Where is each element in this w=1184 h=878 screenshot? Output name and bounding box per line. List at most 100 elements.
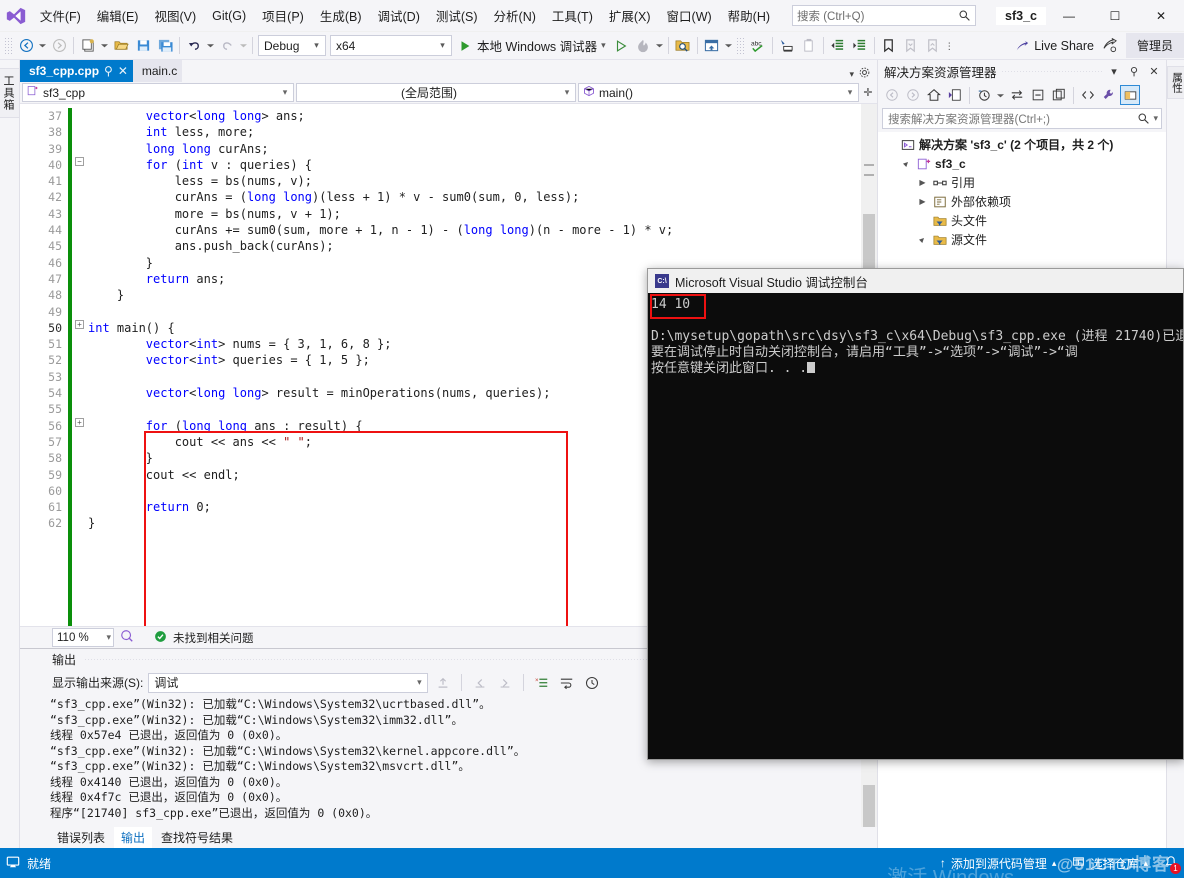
editor-zoom-select[interactable]: 110 % ▾ xyxy=(52,628,114,647)
panel-pin-icon[interactable]: ⚲ xyxy=(1126,65,1142,78)
tree-node[interactable]: 头文件 xyxy=(878,211,1166,230)
tab-list-dropdown-icon[interactable]: ▾ xyxy=(849,69,854,80)
solution-explorer-search-input[interactable]: 搜索解决方案资源管理器(Ctrl+;) ▾ xyxy=(882,108,1162,129)
toolbox-tab[interactable]: 工具箱 xyxy=(0,68,20,118)
find-in-files-icon[interactable] xyxy=(672,35,694,57)
navigate-backward-icon[interactable] xyxy=(15,35,37,57)
tree-node[interactable]: 解决方案 'sf3_c' (2 个项目，共 2 个) xyxy=(878,135,1166,154)
save-icon[interactable] xyxy=(132,35,154,57)
solution-configuration-select[interactable]: Debug ▾ xyxy=(258,35,326,56)
new-project-icon[interactable] xyxy=(77,35,99,57)
debug-console-window[interactable]: C:\ Microsoft Visual Studio 调试控制台 14 10 … xyxy=(647,268,1184,760)
navbar-member-select[interactable]: main() ▾ xyxy=(578,83,859,102)
fold-toggle-inner-for[interactable]: + xyxy=(75,418,84,427)
comment-selection-icon[interactable] xyxy=(776,35,798,57)
expand-twisty-icon[interactable]: ▶ xyxy=(916,178,929,187)
open-file-icon[interactable] xyxy=(110,35,132,57)
navbar-project-select[interactable]: sf3_cpp ▾ xyxy=(22,83,294,102)
output-source-select[interactable]: 调试 ▾ xyxy=(148,672,429,693)
window-layout-dropdown[interactable] xyxy=(723,35,734,57)
notifications-button[interactable]: 1 xyxy=(1164,855,1181,874)
menu-help[interactable]: 帮助(H) xyxy=(720,3,778,28)
menu-git[interactable]: Git(G) xyxy=(204,6,254,26)
editor-tab-main-c[interactable]: main.c xyxy=(132,60,183,82)
se-search-dropdown-icon[interactable]: ▾ xyxy=(1153,113,1158,124)
panel-menu-chevron-icon[interactable]: ▾ xyxy=(1106,65,1122,78)
start-without-debugging-icon[interactable] xyxy=(610,35,632,57)
tree-node[interactable]: ▶ 引用 xyxy=(878,173,1166,192)
menu-project[interactable]: 项目(P) xyxy=(254,3,312,28)
live-share-button[interactable]: Live Share xyxy=(1009,39,1100,53)
editor-tab-sf3-cpp[interactable]: sf3_cpp.cpp ⚲ ✕ xyxy=(20,60,133,82)
panel-close-icon[interactable]: ✕ xyxy=(1146,65,1162,78)
undo-dropdown[interactable] xyxy=(205,35,216,57)
select-repository-button[interactable]: 选择仓库 ▴ xyxy=(1072,855,1148,872)
menu-build[interactable]: 生成(B) xyxy=(312,3,370,28)
menu-file[interactable]: 文件(F) xyxy=(32,3,89,28)
add-to-source-control-button[interactable]: ↑ 添加到源代码管理 ▴ xyxy=(940,855,1057,872)
se-pending-history-icon[interactable] xyxy=(974,85,994,105)
fold-toggle-main[interactable]: + xyxy=(75,320,84,329)
toolbar-grip[interactable] xyxy=(4,36,13,55)
quick-search-input[interactable]: 搜索 (Ctrl+Q) xyxy=(792,5,977,26)
tab-find-symbol-results[interactable]: 查找符号结果 xyxy=(154,827,240,848)
minimize-button[interactable]: — xyxy=(1046,0,1092,32)
navigate-backward-dropdown[interactable] xyxy=(37,35,48,57)
se-pending-dropdown[interactable] xyxy=(995,84,1006,106)
chevron-up-icon: ▴ xyxy=(1051,857,1057,868)
split-editor-icon[interactable]: ✛ xyxy=(861,86,875,99)
increase-indent-icon[interactable] xyxy=(849,35,871,57)
se-properties-icon[interactable] xyxy=(1099,85,1119,105)
tree-node[interactable]: ▲ sf3_c xyxy=(878,154,1166,173)
se-pending-changes-icon[interactable] xyxy=(945,85,965,105)
fold-toggle-for-loop[interactable]: − xyxy=(75,157,84,166)
menu-edit[interactable]: 编辑(E) xyxy=(89,3,147,28)
menu-debug[interactable]: 调试(D) xyxy=(370,3,428,28)
menu-test[interactable]: 测试(S) xyxy=(428,3,486,28)
toolbar-overflow-button[interactable]: ⋮ xyxy=(944,35,955,57)
tab-error-list[interactable]: 错误列表 xyxy=(50,827,112,848)
pin-icon[interactable]: ⚲ xyxy=(104,64,113,78)
decrease-indent-icon[interactable] xyxy=(827,35,849,57)
undo-icon[interactable] xyxy=(183,35,205,57)
menu-extensions[interactable]: 扩展(X) xyxy=(601,3,659,28)
se-preview-selected-items-icon[interactable] xyxy=(1120,85,1140,105)
feedback-icon[interactable] xyxy=(1100,35,1122,57)
toggle-bookmark-icon[interactable] xyxy=(878,35,900,57)
panel-grip[interactable] xyxy=(1000,71,1102,72)
toggle-timestamp-icon[interactable] xyxy=(582,673,602,693)
expand-twisty-icon[interactable]: ▶ xyxy=(916,197,929,206)
se-view-code-icon[interactable] xyxy=(1078,85,1098,105)
toggle-word-wrap-icon[interactable] xyxy=(557,673,577,693)
hot-reload-dropdown[interactable] xyxy=(654,35,665,57)
clear-output-icon[interactable]: × xyxy=(532,673,552,693)
line-number: 57 xyxy=(48,434,62,449)
se-collapse-all-icon[interactable] xyxy=(1028,85,1048,105)
menu-window[interactable]: 窗口(W) xyxy=(659,3,720,28)
menu-analyze[interactable]: 分析(N) xyxy=(486,3,544,28)
collapse-twisty-icon[interactable]: ▲ xyxy=(899,156,915,172)
window-layout-icon[interactable] xyxy=(701,35,723,57)
tab-output[interactable]: 输出 xyxy=(114,827,153,848)
properties-tab[interactable]: 属性 xyxy=(1167,66,1184,99)
menu-tools[interactable]: 工具(T) xyxy=(544,3,601,28)
close-button[interactable]: ✕ xyxy=(1138,0,1184,32)
collapse-twisty-icon[interactable]: ▲ xyxy=(915,232,931,248)
editor-settings-gear-icon[interactable] xyxy=(858,66,871,82)
close-icon[interactable]: ✕ xyxy=(118,64,128,78)
solution-platform-select[interactable]: x64 ▾ xyxy=(330,35,452,56)
tree-node[interactable]: ▶ 外部依赖项 xyxy=(878,192,1166,211)
toolbar-grip-2[interactable] xyxy=(735,36,745,55)
se-home-icon[interactable] xyxy=(924,85,944,105)
se-show-all-files-icon[interactable] xyxy=(1049,85,1069,105)
maximize-button[interactable]: ☐ xyxy=(1092,0,1138,32)
new-project-dropdown[interactable] xyxy=(99,35,110,57)
save-all-icon[interactable] xyxy=(154,35,176,57)
navbar-scope-select[interactable]: (全局范围) ▾ xyxy=(296,83,576,102)
menu-view[interactable]: 视图(V) xyxy=(146,3,204,28)
spell-check-icon[interactable]: abc xyxy=(747,35,769,57)
tree-node[interactable]: ▲ 源文件 xyxy=(878,230,1166,249)
se-sync-with-active-document-icon[interactable] xyxy=(1007,85,1027,105)
scrollbar-thumb[interactable] xyxy=(863,785,875,827)
start-debugging-button[interactable]: 本地 Windows 调试器 ▾ xyxy=(454,36,610,55)
